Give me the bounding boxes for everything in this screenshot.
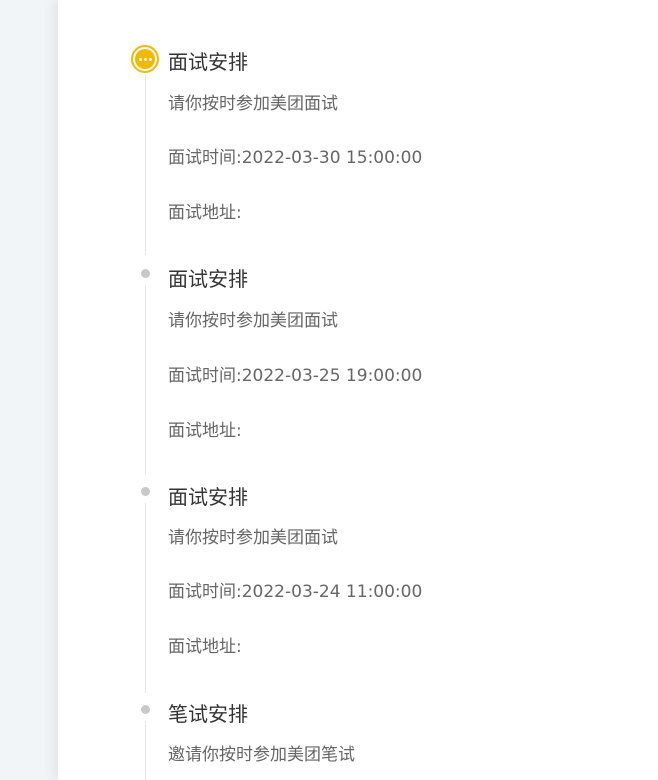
pending-status-icon [131,45,159,73]
timeline-connector [145,721,146,780]
interview-time-value: 2022-03-30 15:00:00 [241,148,423,168]
more-dots-icon [135,49,155,69]
interview-address-label: 面试地址: [168,203,242,223]
page: 面试安排 请你按时参加美团面试 面试时间:2022-03-30 15:00:00… [0,0,658,780]
item-description: 邀请你按时参加美团笔试 [168,745,355,765]
timeline-dot [141,487,150,496]
timeline: 面试安排 请你按时参加美团面试 面试时间:2022-03-30 15:00:00… [58,0,658,780]
left-gutter [0,0,58,780]
item-title: 笔试安排 [168,702,248,726]
timeline-connector [145,503,146,693]
item-description: 请你按时参加美团面试 [168,528,338,548]
interview-address: 面试地址: [168,416,242,441]
item-description: 请你按时参加美团面试 [168,94,338,114]
interview-time: 面试时间:2022-03-24 11:00:00 [168,577,422,602]
interview-address-label: 面试地址: [168,637,242,657]
interview-time-label: 面试时间: [168,148,242,168]
item-title: 面试安排 [168,50,248,74]
interview-address: 面试地址: [168,198,242,223]
item-title: 面试安排 [168,485,248,509]
interview-time: 面试时间:2022-03-30 15:00:00 [168,143,422,168]
interview-time: 面试时间:2022-03-25 19:00:00 [168,361,422,386]
timeline-dot [141,705,150,714]
timeline-connector [145,75,146,255]
interview-time-label: 面试时间: [168,366,242,386]
interview-address: 面试地址: [168,632,242,657]
timeline-connector [145,285,146,475]
interview-time-value: 2022-03-25 19:00:00 [241,366,423,386]
timeline-dot [141,269,150,278]
item-title: 面试安排 [168,267,248,291]
interview-time-value: 2022-03-24 11:00:00 [241,582,423,602]
content-panel: 面试安排 请你按时参加美团面试 面试时间:2022-03-30 15:00:00… [58,0,658,780]
interview-address-label: 面试地址: [168,421,242,441]
item-description: 请你按时参加美团面试 [168,311,338,331]
interview-time-label: 面试时间: [168,582,242,602]
